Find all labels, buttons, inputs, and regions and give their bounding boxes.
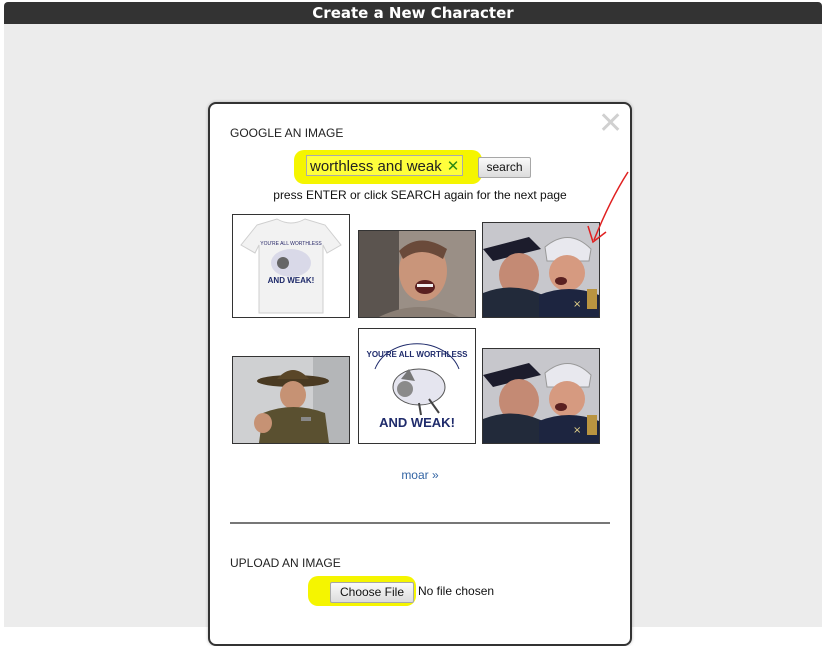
choose-file-button[interactable]: Choose File xyxy=(330,582,414,603)
image-picker-dialog: ✕ GOOGLE AN IMAGE worthless and weak ✕ s… xyxy=(208,102,632,646)
clear-x-icon[interactable]: ✕ xyxy=(446,159,460,174)
file-status: No file chosen xyxy=(418,584,495,598)
thumb-5-caption-top: YOU'RE ALL WORTHLESS xyxy=(366,350,468,359)
thumb-5-caption-bottom: AND WEAK! xyxy=(379,415,455,430)
svg-text:×: × xyxy=(573,425,581,436)
more-results-link[interactable]: moar » xyxy=(210,468,630,482)
thumb-1-caption-top: YOU'RE ALL WORTHLESS xyxy=(260,241,322,247)
search-hint: press ENTER or click SEARCH again for th… xyxy=(273,188,567,202)
image-result-2[interactable] xyxy=(358,230,476,318)
close-icon[interactable]: ✕ xyxy=(598,109,623,139)
image-result-4[interactable] xyxy=(232,356,350,444)
section-divider xyxy=(230,522,610,524)
image-result-5[interactable]: YOU'RE ALL WORTHLESS AND WEAK! xyxy=(358,328,476,444)
page-title: Create a New Character xyxy=(4,2,822,24)
annotation-arrow-icon xyxy=(587,171,629,244)
google-section-title: GOOGLE AN IMAGE xyxy=(230,126,344,140)
search-button[interactable]: search xyxy=(478,157,531,178)
image-result-6[interactable]: × xyxy=(482,348,600,444)
svg-text:×: × xyxy=(573,299,581,310)
upload-section-title: UPLOAD AN IMAGE xyxy=(230,556,341,570)
image-search-input[interactable]: worthless and weak xyxy=(306,155,463,176)
image-result-1[interactable]: YOU'RE ALL WORTHLESS AND WEAK! xyxy=(232,214,350,318)
thumb-1-caption-bottom: AND WEAK! xyxy=(268,276,315,285)
